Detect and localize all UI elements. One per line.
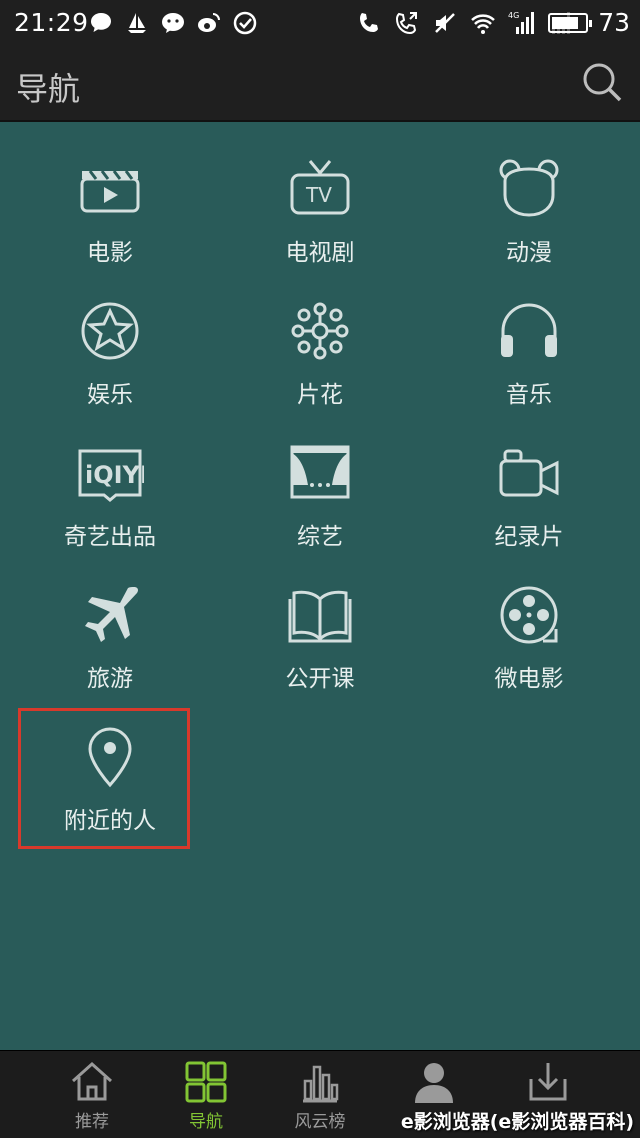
battery-icon <box>548 13 592 33</box>
nav-item-travel[interactable]: 旅游 <box>20 579 200 709</box>
weibo-icon <box>196 10 222 36</box>
nav-item-variety[interactable]: 综艺 <box>230 437 410 567</box>
app-bar: 导航 <box>0 46 640 122</box>
svg-text:4G: 4G <box>508 11 519 20</box>
airplane-icon <box>74 579 146 651</box>
nav-item-label: 音乐 <box>506 382 552 408</box>
grid-icon <box>185 1061 227 1103</box>
nav-item-movie[interactable]: 电影 <box>20 153 200 283</box>
nav-item-label: 纪录片 <box>494 524 564 550</box>
nav-item-open-course[interactable]: 公开课 <box>230 579 410 709</box>
tab-label: 导航 <box>189 1112 223 1132</box>
sailing-icon <box>124 10 150 36</box>
download-icon <box>529 1063 567 1101</box>
home-icon <box>71 1061 113 1101</box>
camera-icon <box>493 437 565 509</box>
stage-curtain-icon <box>284 437 356 509</box>
nav-item-label: 奇艺出品 <box>64 524 156 550</box>
search-icon <box>583 63 622 102</box>
nav-item-label: 片花 <box>297 382 343 408</box>
page-title: 导航 <box>16 70 81 108</box>
chat-icon <box>88 10 114 36</box>
tab-label: 风云榜 <box>294 1112 346 1132</box>
battery-percent: 73 <box>598 8 630 37</box>
nav-item-music[interactable]: 音乐 <box>439 295 619 425</box>
nav-item-label: 动漫 <box>506 240 552 266</box>
call-forward-icon <box>394 10 420 36</box>
mute-icon <box>432 10 458 36</box>
signal-4g-icon: 4G <box>508 10 534 36</box>
nav-item-trailer[interactable]: 片花 <box>230 295 410 425</box>
tab-label: 推荐 <box>75 1112 109 1132</box>
nav-item-anime[interactable]: 动漫 <box>439 153 619 283</box>
nav-item-label: 电影 <box>87 240 133 266</box>
tv-icon: TV <box>284 153 356 225</box>
status-time: 21:29 <box>14 8 89 37</box>
check-circle-icon <box>232 10 258 36</box>
system-icons: 4G <box>356 10 572 36</box>
nav-item-label: 娱乐 <box>87 382 133 408</box>
tab-recommend[interactable]: 推荐 <box>52 1059 132 1137</box>
bar-chart-icon <box>303 1065 339 1103</box>
svg-text:TV: TV <box>305 183 332 207</box>
nav-item-documentary[interactable]: 纪录片 <box>439 437 619 567</box>
nav-item-label: 微电影 <box>494 666 564 692</box>
battery-fill <box>552 17 578 29</box>
wechat-icon <box>160 10 186 36</box>
highlight-annotation <box>18 708 190 849</box>
phone-icon <box>356 10 382 36</box>
notification-icons <box>88 10 258 36</box>
watermark: e影浏览器(e影浏览器百科) <box>400 1111 634 1133</box>
movie-clapper-icon <box>74 153 146 225</box>
star-circle-icon <box>74 295 146 367</box>
svg-text:iQIYI: iQIYI <box>85 461 144 489</box>
wifi-icon <box>470 10 496 36</box>
nav-item-label: 公开课 <box>285 666 355 692</box>
flower-icon <box>284 295 356 367</box>
tab-navigation[interactable]: 导航 <box>166 1059 246 1137</box>
nav-item-label: 电视剧 <box>285 240 355 266</box>
nav-item-iqiyi-original[interactable]: iQIYI 奇艺出品 <box>20 437 200 567</box>
nav-item-entertainment[interactable]: 娱乐 <box>20 295 200 425</box>
open-book-icon <box>284 579 356 651</box>
status-bar: 21:29 4G 73 <box>0 0 640 46</box>
user-icon <box>415 1063 453 1103</box>
nav-item-tv[interactable]: TV 电视剧 <box>230 153 410 283</box>
nav-item-micro-film[interactable]: 微电影 <box>439 579 619 709</box>
tab-charts[interactable]: 风云榜 <box>280 1059 360 1137</box>
nav-item-label: 旅游 <box>87 666 133 692</box>
search-button[interactable] <box>580 60 624 104</box>
nav-item-label: 综艺 <box>297 524 343 550</box>
film-reel-icon <box>493 579 565 651</box>
iqiyi-logo-icon: iQIYI <box>74 437 146 509</box>
headphones-icon <box>493 295 565 367</box>
bear-face-icon <box>493 153 565 225</box>
